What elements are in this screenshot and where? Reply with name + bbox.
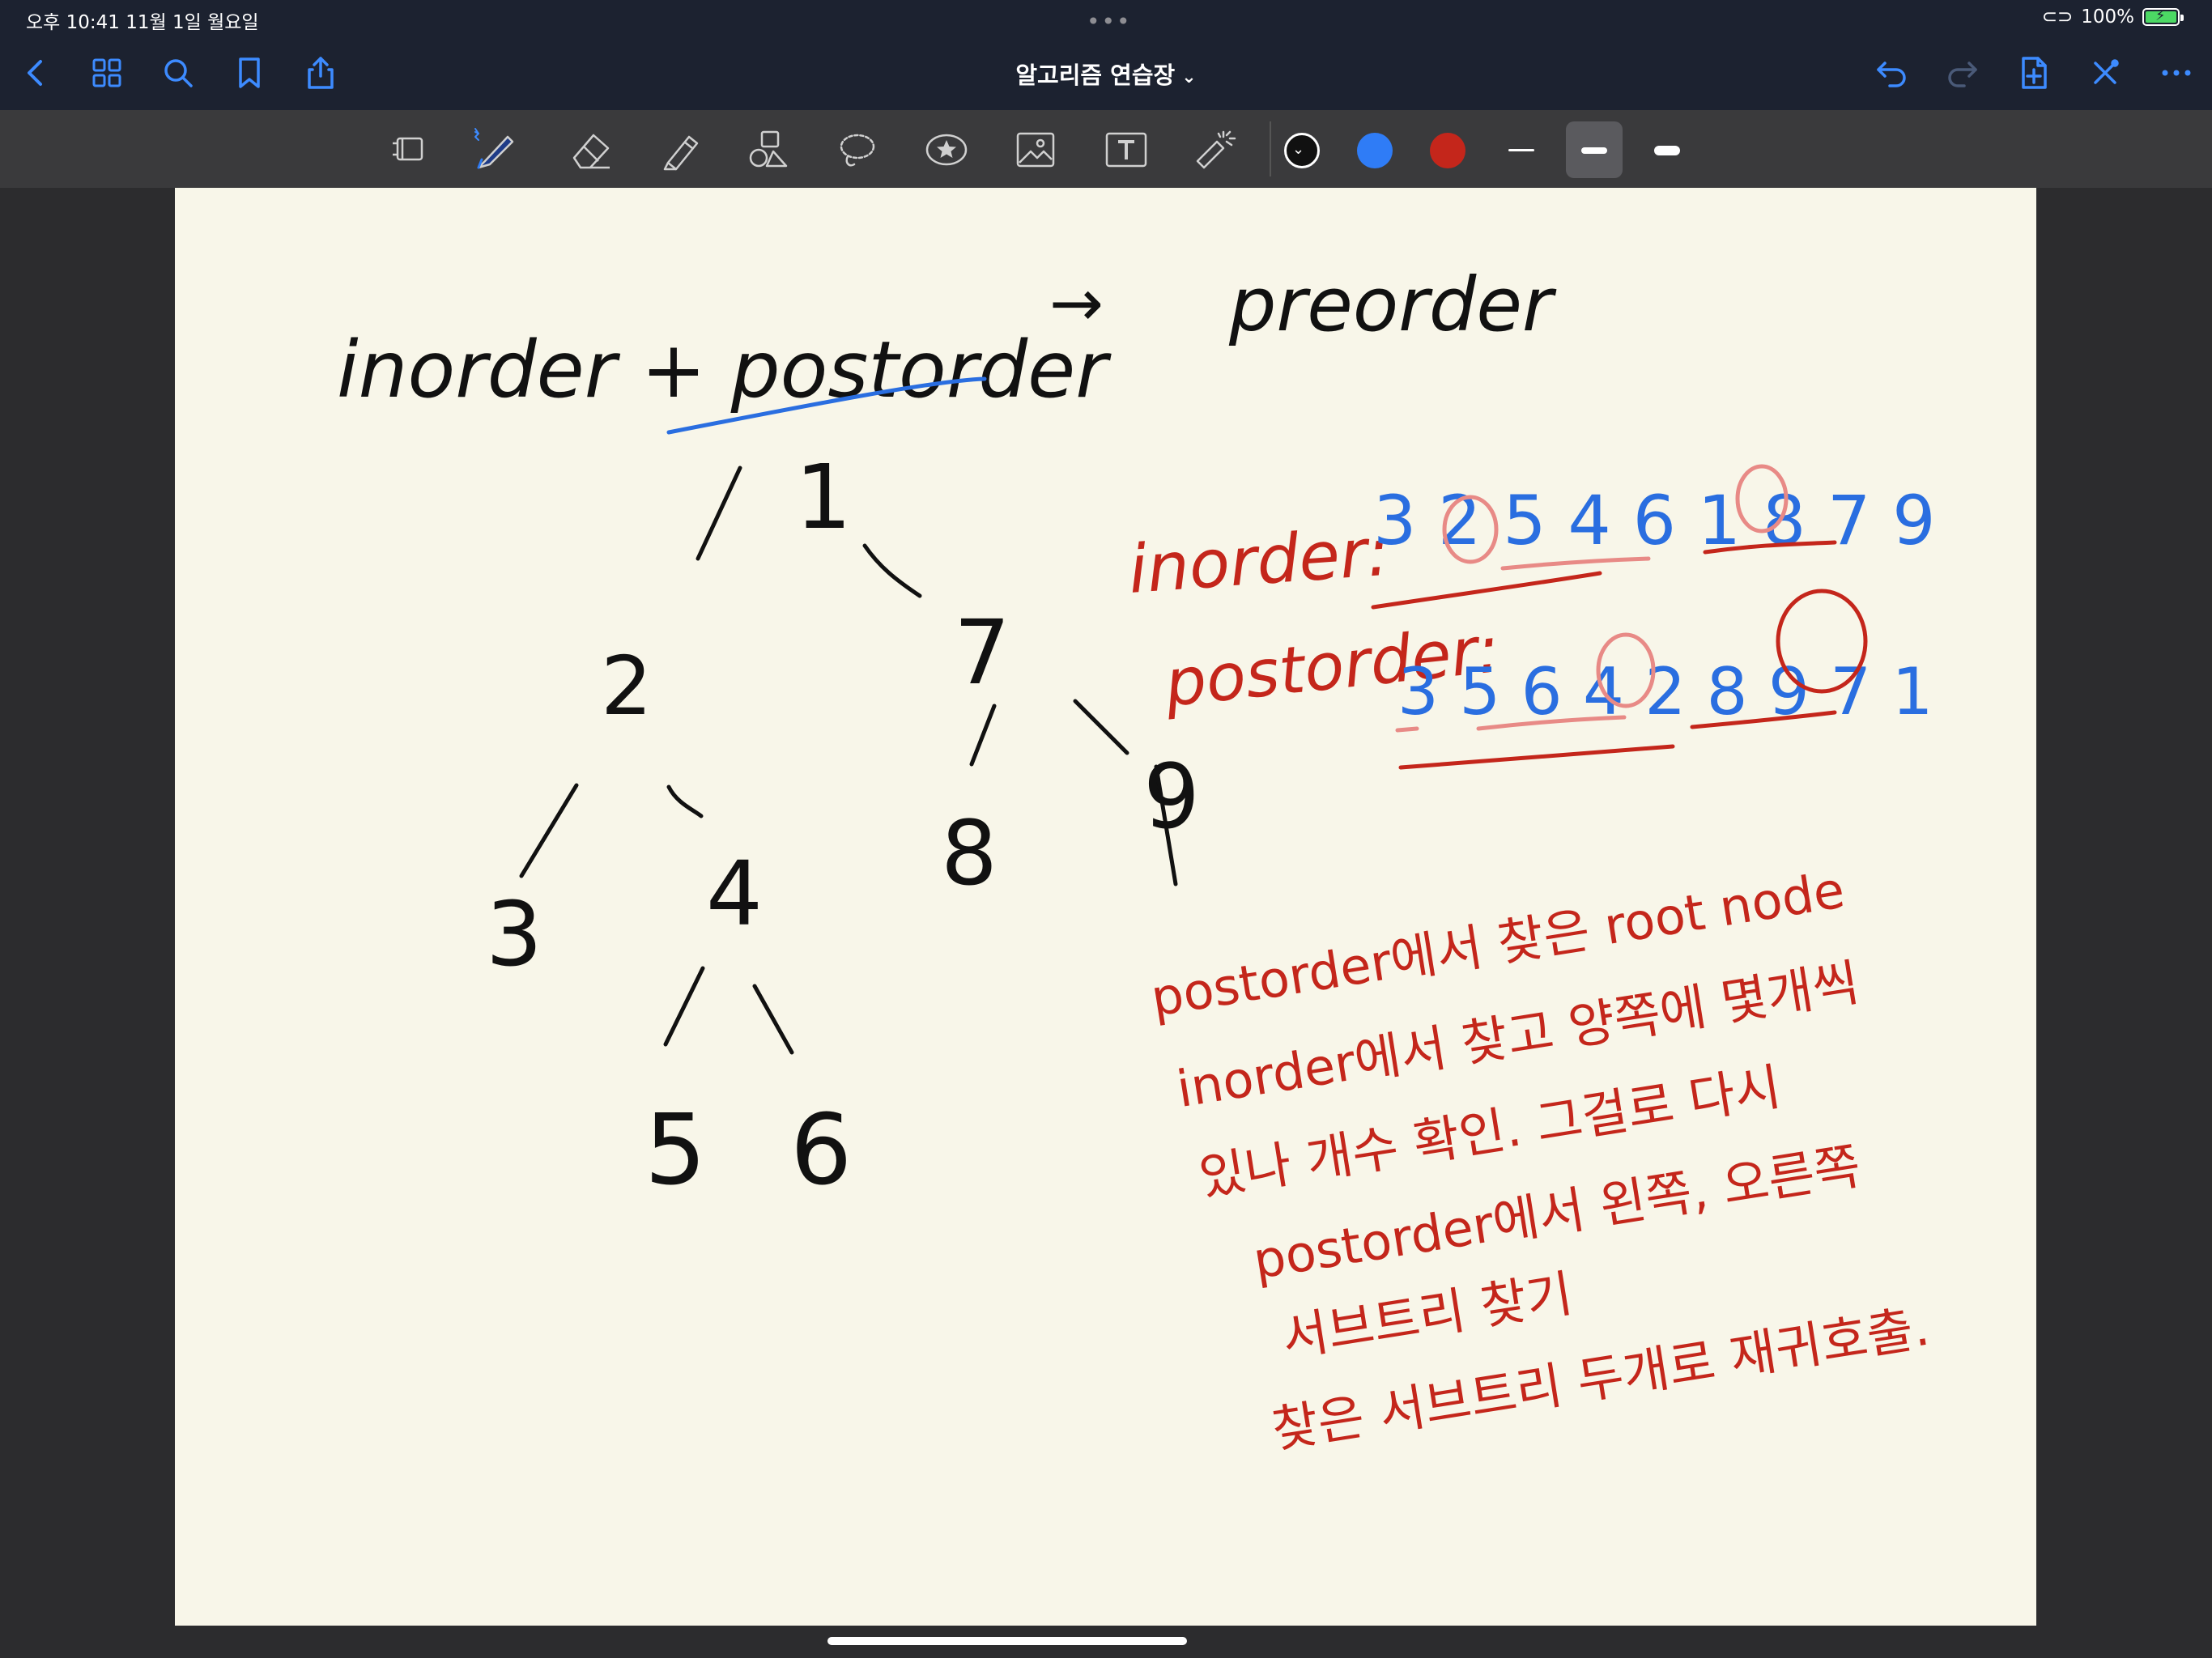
add-page-icon[interactable] [2011, 50, 2057, 96]
inorder-label: inorder: [1126, 514, 1392, 609]
text-tool-icon[interactable] [1098, 121, 1155, 178]
battery-percent: 100% [2081, 6, 2134, 28]
status-right: ⊂⊃ 100% ⚡ [2041, 6, 2184, 28]
chevron-down-icon: ⌄ [1292, 141, 1305, 158]
status-time-date: 오후 10:41 11월 1일 월요일 [26, 12, 259, 33]
tree-node-4: 4 [706, 842, 763, 946]
stroke-width-thin[interactable] [1493, 121, 1550, 178]
image-tool-icon[interactable] [1007, 121, 1064, 178]
tree-edge [969, 704, 997, 767]
undo-icon[interactable] [1869, 50, 1914, 96]
status-bar: 오후 10:41 11월 1일 월요일 ••• ⊂⊃ 100% ⚡ [0, 0, 2212, 37]
pen-tool-icon[interactable] [466, 121, 523, 178]
lasso-tool-icon[interactable] [829, 121, 886, 178]
tree-edge [519, 783, 579, 878]
more-icon[interactable] [2154, 50, 2199, 96]
redo-icon[interactable] [1940, 50, 1985, 96]
heading-preorder: preorder [1228, 261, 1557, 348]
close-tools-icon[interactable] [2082, 50, 2128, 96]
tree-edge [752, 984, 794, 1055]
tree-node-8: 8 [941, 801, 998, 905]
tree-edge [1073, 699, 1129, 755]
postorder-3-underline [1395, 726, 1419, 733]
multitasking-dots-icon[interactable]: ••• [1087, 8, 1132, 35]
laser-pointer-icon[interactable] [1185, 121, 1242, 178]
tree-edge [862, 543, 922, 598]
top-bar: 오후 10:41 11월 1일 월요일 ••• ⊂⊃ 100% ⚡ 알고리즘 연… [0, 0, 2212, 110]
highlighter-tool-icon[interactable] [653, 121, 709, 178]
nav-bar: 알고리즘 연습장 ⌄ [0, 39, 2212, 110]
tree-node-6: 6 [790, 1095, 852, 1207]
color-blue-swatch[interactable] [1357, 133, 1393, 168]
read-only-mode-icon[interactable] [382, 121, 439, 178]
toolbar-divider [1270, 121, 1271, 176]
drawing-toolbar: ⌄ [0, 110, 2212, 188]
tree-node-3: 3 [486, 882, 542, 986]
tree-edge [696, 466, 742, 561]
tree-node-2: 2 [601, 639, 653, 733]
battery-icon: ⚡ [2142, 7, 2184, 26]
tree-node-7: 7 [954, 601, 1010, 704]
inorder-sequence: 3 2 5 4 6 1 8 7 9 [1373, 481, 1936, 560]
color-red-swatch[interactable] [1430, 133, 1465, 168]
inorder-left-underline [1371, 571, 1602, 610]
elements-sticker-icon[interactable] [918, 121, 975, 178]
stroke-width-thick[interactable] [1639, 121, 1695, 178]
note-page[interactable]: inorder + postorder → preorder 1 2 7 3 4… [175, 188, 2036, 1626]
tree-edge [663, 966, 705, 1047]
stroke-width-medium[interactable] [1566, 121, 1623, 178]
heading-arrow: → [1049, 266, 1104, 341]
chevron-down-icon: ⌄ [1181, 66, 1197, 87]
home-indicator[interactable] [827, 1637, 1187, 1645]
shapes-tool-icon[interactable] [740, 121, 797, 178]
tree-node-9: 9 [1143, 745, 1200, 848]
postorder-sequence: 3 5 6 4 2 8 9 7 1 [1397, 654, 1933, 729]
heading-inorder-postorder: inorder + postorder [337, 325, 1112, 415]
tree-edge [666, 784, 704, 818]
tree-node-5: 5 [644, 1095, 706, 1207]
link-icon: ⊂⊃ [2041, 6, 2074, 28]
eraser-tool-icon[interactable] [562, 121, 619, 178]
postorder-left-underline [1398, 744, 1675, 770]
tree-node-1: 1 [795, 445, 852, 549]
